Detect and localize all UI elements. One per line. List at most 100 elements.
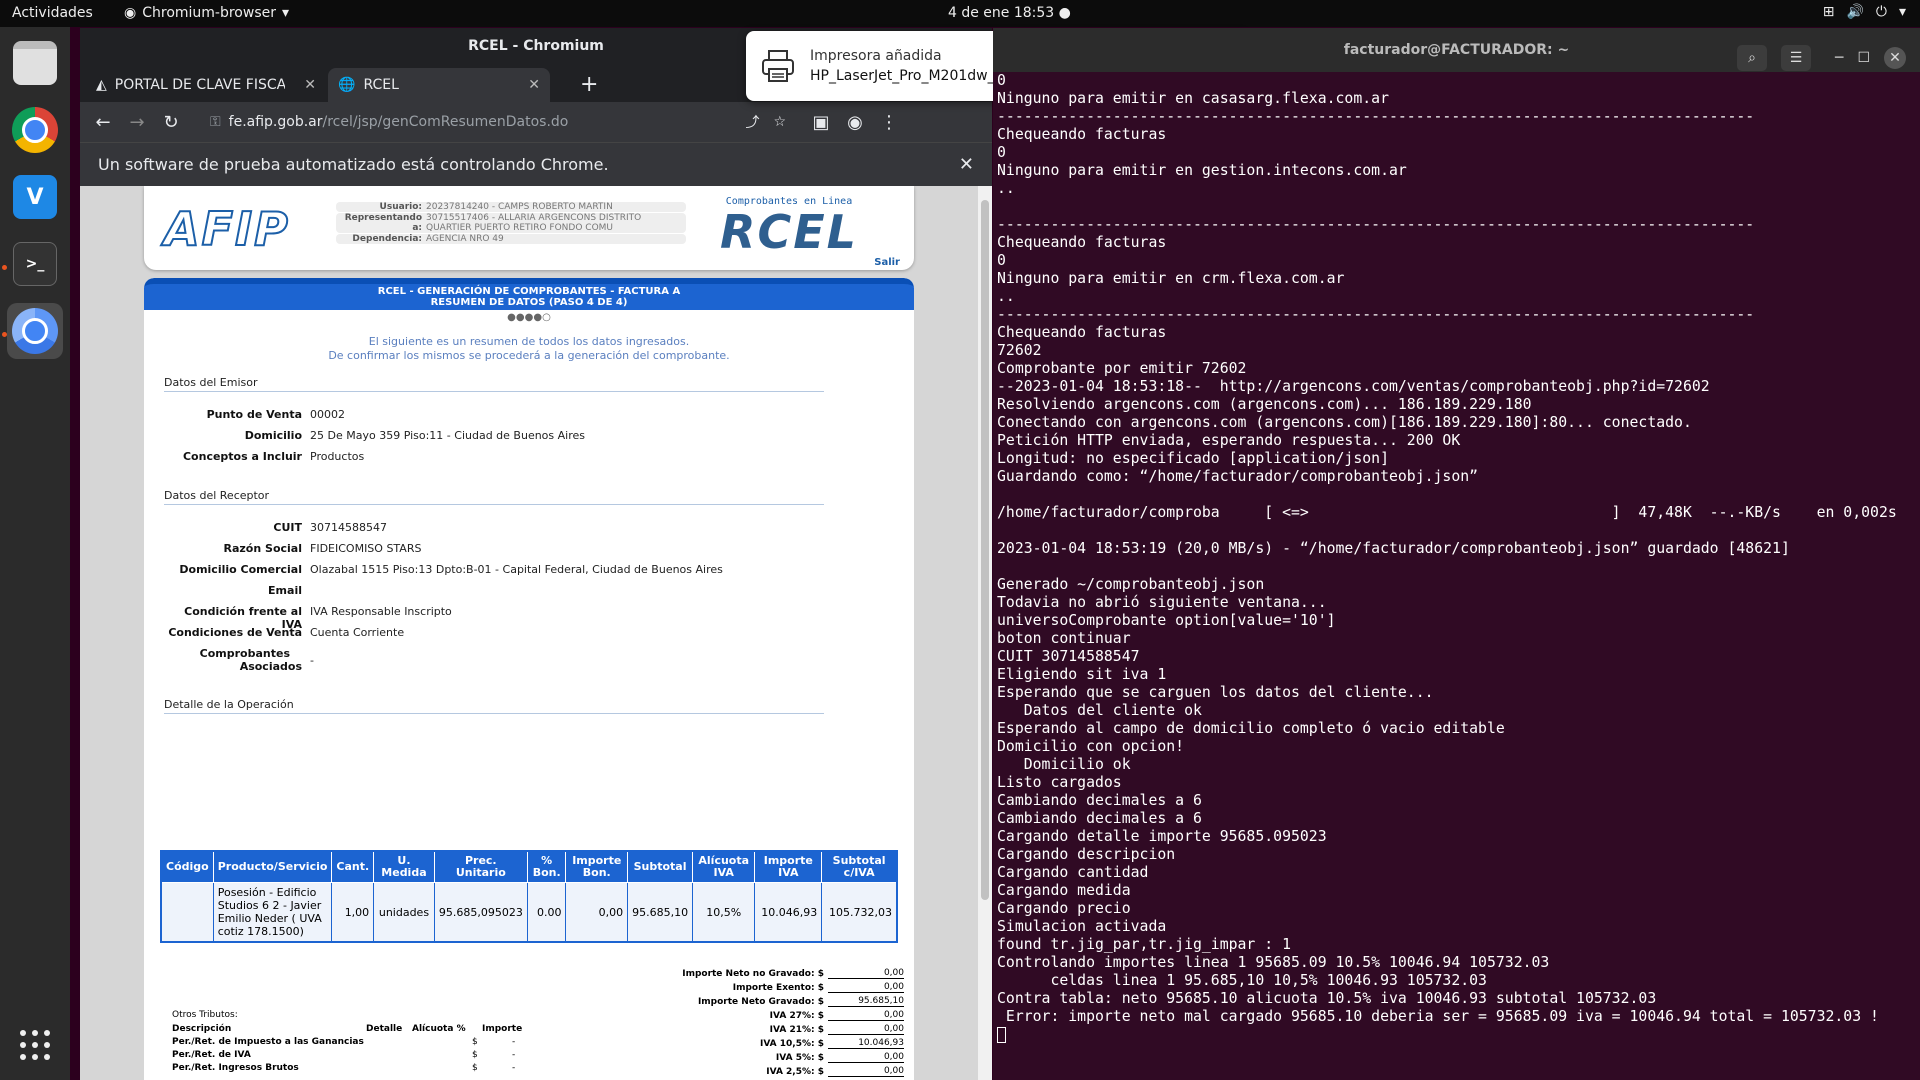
globe-icon: 🌐 [338, 77, 356, 93]
otros-title: Otros Tributos: [172, 1010, 238, 1020]
field-razon-social: Razón Social FIDEICOMISO STARS [164, 542, 864, 555]
address-bar[interactable]: ⚿ fe.afip.gob.ar/rcel/jsp/genComResumenD… [196, 107, 796, 137]
total-value: 0,00 [828, 1024, 904, 1035]
terminal-line: Esperando al campo de domicilio completo… [997, 720, 1505, 737]
total-label: IVA 21%: $ [769, 1024, 824, 1035]
share-icon[interactable]: ⤴ [745, 112, 759, 132]
column-header: % Bon. [526, 850, 567, 883]
terminal-line: CUIT 30714588547 [997, 648, 1140, 665]
dock-chrome[interactable] [7, 102, 63, 158]
sidebar-icon[interactable]: ▣ [804, 112, 838, 133]
back-icon[interactable]: ← [86, 112, 120, 133]
otros-rows: Per./Ret. de Impuesto a las Ganancias $ - P… [172, 1037, 542, 1073]
hamburger-menu-icon[interactable]: ☰ [1781, 45, 1811, 71]
tab-label: RCEL [363, 77, 399, 93]
volume-icon: 🔊 [1846, 4, 1864, 20]
tab-portal-clave-fiscal[interactable]: ◭ PORTAL DE CLAVE FISCAL ✕ [86, 68, 326, 102]
dock: V >_ [0, 27, 70, 1080]
chromium-icon [12, 308, 58, 354]
dock-chromium[interactable] [7, 303, 63, 359]
app-menu[interactable]: ◉ Chromium-browser ▾ [124, 5, 289, 21]
terminal-line: 0 [997, 144, 1006, 161]
search-icon[interactable]: ⌕ [1737, 45, 1767, 71]
close-tab-icon[interactable]: ✕ [528, 77, 540, 93]
otros-row: Per./Ret. Ingresos Brutos $ - [172, 1063, 542, 1073]
maximize-icon[interactable]: ☐ [1857, 36, 1870, 80]
page-scrollbar[interactable] [978, 186, 992, 1080]
chromium-small-icon: ◉ [124, 5, 137, 21]
field-conceptos: Conceptos a Incluir Productos [164, 450, 864, 463]
scrollbar-thumb[interactable] [981, 200, 989, 900]
close-icon[interactable]: ✕ [1884, 47, 1906, 69]
page-title-line1: RCEL - GENERACIÓN DE COMPROBANTES - FACT… [377, 286, 681, 297]
url-path: /rcel/jsp/genComResumenDatos.do [322, 114, 569, 130]
new-tab-button[interactable]: + [580, 72, 598, 97]
afip-logo: AFIP [163, 201, 290, 257]
field-value: Olazabal 1515 Piso:13 Dpto:B-01 - Capita… [310, 563, 723, 576]
terminal-line: Conectando con argencons.com (argencons.… [997, 414, 1692, 431]
reload-icon[interactable]: ↻ [154, 112, 188, 133]
dock-files[interactable] [7, 35, 63, 91]
terminal-line: Cargando precio [997, 900, 1131, 917]
total-value: 10.046,93 [828, 1038, 904, 1049]
tab-rcel[interactable]: 🌐 RCEL ✕ [328, 68, 550, 102]
clock[interactable]: 4 de ene 18:53 ● [948, 5, 1071, 21]
terminal-line: Comprobante por emitir 72602 [997, 360, 1247, 377]
terminal-line: Contra tabla: neto 95685.10 alicuota 10.… [997, 990, 1657, 1007]
total-value: 0,00 [828, 1052, 904, 1063]
terminal-line: Cargando descripcion [997, 846, 1176, 863]
terminal-line: --2023-01-04 18:53:18-- http://argencons… [997, 378, 1710, 395]
activities-button[interactable]: Actividades [12, 5, 93, 21]
salir-link[interactable]: Salir [874, 257, 900, 268]
site-info-icon[interactable]: ⚿ [210, 114, 221, 130]
usuario-label: Usuario: [379, 202, 422, 212]
profile-avatar-icon[interactable]: ◉ [838, 112, 872, 133]
terminal-line: Cambiando decimales a 6 [997, 810, 1202, 827]
representando-value: 30715517406 - ALLARIA ARGENCONS DISTRITO… [426, 213, 642, 233]
field-label: Razón Social [223, 542, 302, 555]
table-cell: 10,5% [692, 882, 756, 943]
table-cell: 105.732,03 [821, 882, 898, 943]
close-infobar-icon[interactable]: ✕ [959, 154, 974, 175]
terminal-window: facturador@FACTURADOR: ~ ⌕ ☰ ─ ☐ ✕ 0 Ning… [993, 28, 1920, 1080]
chevron-down-icon: ▾ [1898, 4, 1906, 20]
show-apps-icon[interactable] [20, 1030, 50, 1060]
terminal-cursor [997, 1027, 1006, 1043]
terminal-line: Cargando medida [997, 882, 1131, 899]
terminal-icon: >_ [13, 242, 57, 286]
otros-row: Per./Ret. de Impuesto a las Ganancias $ - [172, 1037, 542, 1047]
field-punto-venta: Punto de Venta 00002 [164, 408, 864, 421]
total-label: Importe Neto Gravado: $ [697, 996, 824, 1007]
infobar-text: Un software de prueba automatizado está … [98, 155, 609, 174]
terminal-line: Ninguno para emitir en gestion.intecons.… [997, 162, 1407, 179]
intro-line2: De confirmar los mismos se procederá a l… [328, 349, 730, 362]
minimize-icon[interactable]: ─ [1835, 36, 1843, 80]
total-row: Importe Exento: $ 0,00 [614, 982, 904, 993]
terminal-output[interactable]: 0 Ninguno para emitir en casasarg.flexa.c… [993, 72, 1920, 1080]
terminal-line: Petición HTTP enviada, esperando respues… [997, 432, 1461, 449]
terminal-line: Eligiendo sit iva 1 [997, 666, 1167, 683]
total-label: IVA 5%: $ [775, 1052, 824, 1063]
user-info: Usuario: 20237814240 - CAMPS ROBERTO MART… [336, 202, 686, 245]
otros-column-header: Descripción [172, 1024, 232, 1034]
url-host: fe.afip.gob.ar [228, 114, 323, 130]
system-tray[interactable]: ⊞ 🔊 ⏻ ▾ [1823, 4, 1906, 20]
menu-kebab-icon[interactable]: ⋮ [872, 112, 906, 133]
app-menu-label: Chromium-browser [142, 5, 276, 21]
terminal-line: Chequeando facturas [997, 324, 1167, 341]
clock-label: 4 de ene 18:53 [948, 5, 1055, 21]
terminal-line: Domicilio con opcion! [997, 738, 1185, 755]
forward-icon[interactable]: → [120, 112, 154, 133]
otros-row: Per./Ret. de IVA $ - [172, 1050, 542, 1060]
bookmark-star-icon[interactable]: ☆ [773, 114, 786, 130]
terminal-line: ----------------------------------------… [997, 108, 1755, 125]
files-icon [13, 41, 57, 85]
otros-importe: - [512, 1050, 516, 1060]
close-tab-icon[interactable]: ✕ [304, 77, 316, 93]
otros-column-header: Importe [482, 1024, 523, 1034]
dock-vscode[interactable]: V [7, 169, 63, 225]
field-label: Domicilio Comercial [179, 563, 302, 576]
dock-terminal[interactable]: >_ [7, 236, 63, 292]
